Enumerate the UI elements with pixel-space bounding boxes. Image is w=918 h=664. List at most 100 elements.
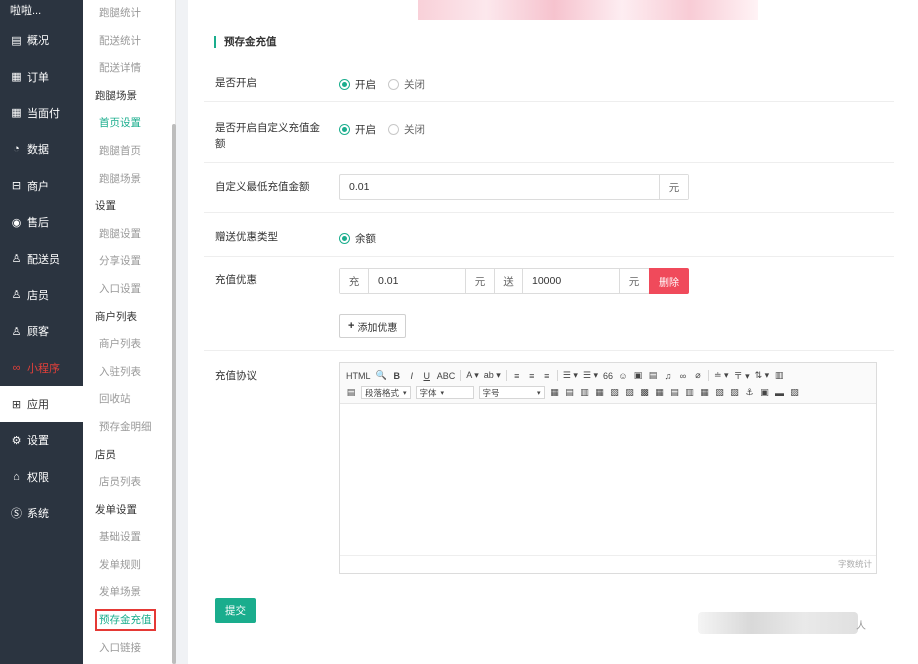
submenu-item[interactable]: 跑腿场景	[83, 166, 175, 194]
toolbar-button[interactable]: I	[407, 369, 417, 383]
toolbar-button[interactable]: ≐ ▾	[714, 369, 729, 383]
nav-item[interactable]: ▦ 当面付	[0, 95, 83, 131]
submenu-item[interactable]: 跑腿首页	[83, 138, 175, 166]
radio-checked-icon	[339, 79, 350, 90]
gift-type-balance-radio[interactable]: 余额	[339, 231, 376, 246]
toolbar-button[interactable]: B	[392, 369, 402, 383]
nav-item[interactable]: ⚙ 设置	[0, 422, 83, 458]
table-tool-button[interactable]: ▦	[595, 386, 605, 400]
chart-circle-icon: ◔	[13, 143, 20, 156]
paragraph-format-select[interactable]: 段落格式 ▾	[361, 386, 411, 399]
paragraph-icon[interactable]: ▤	[346, 386, 356, 400]
font-family-select[interactable]: 字体 ▾	[415, 386, 474, 399]
table-tool-button[interactable]: ▦	[655, 386, 665, 400]
promo-unit: 元	[465, 269, 494, 293]
nav-item[interactable]: ⊟ 商户	[0, 168, 83, 204]
toolbar-button[interactable]: U	[422, 369, 432, 383]
submenu-item[interactable]: 基础设置	[83, 524, 175, 552]
submenu-item[interactable]: 预存金充值	[83, 607, 175, 635]
font-size-select[interactable]: 字号 ▾	[478, 386, 545, 399]
submenu-item[interactable]: 配送统计	[83, 28, 175, 56]
table-tool-button[interactable]: ▦	[550, 386, 560, 400]
toolbar-button[interactable]: ≡	[542, 369, 552, 383]
enable-label: 是否开启	[215, 77, 257, 89]
toolbar-button[interactable]: ⇅ ▾	[755, 369, 770, 383]
table-tool-button[interactable]: ▥	[580, 386, 590, 400]
table-tool-button[interactable]: ▦	[700, 386, 710, 400]
custom-enable-off-radio[interactable]: 关闭	[388, 122, 425, 137]
toolbar-button[interactable]: HTML	[346, 369, 371, 383]
toolbar-button[interactable]: ABC	[437, 369, 456, 383]
submenu-item[interactable]: 发单规则	[83, 552, 175, 580]
enable-on-radio[interactable]: 开启	[339, 77, 376, 92]
submenu-item[interactable]: 发单场景	[83, 579, 175, 607]
table-tool-button[interactable]: ▣	[760, 386, 770, 400]
custom-enable-on-radio[interactable]: 开启	[339, 122, 376, 137]
delete-promo-button[interactable]: 删除	[649, 268, 689, 294]
promo-amount-input[interactable]	[369, 269, 465, 293]
divider	[204, 101, 894, 102]
toolbar-button[interactable]: A ▾	[466, 369, 479, 383]
nav-item[interactable]: Ⓢ 系统	[0, 495, 83, 531]
table-tool-button[interactable]: ⚓	[745, 386, 755, 400]
toolbar-button[interactable]: ☰ ▾	[583, 369, 598, 383]
sidebar-scrollbar[interactable]	[172, 124, 176, 664]
toolbar-button[interactable]: ▣	[633, 369, 643, 383]
nav-item[interactable]: ♙ 顾客	[0, 313, 83, 349]
submenu-item[interactable]: 跑腿统计	[83, 0, 175, 28]
table-tool-button[interactable]: ▨	[790, 386, 800, 400]
table-tool-button[interactable]: ▤	[670, 386, 680, 400]
nav-item[interactable]: ▦ 订单	[0, 58, 83, 94]
submenu-item[interactable]: 入口设置	[83, 276, 175, 304]
submit-button[interactable]: 提交	[215, 598, 256, 623]
toolbar-separator	[708, 370, 709, 381]
table-tool-button[interactable]: ▥	[685, 386, 695, 400]
nav-item[interactable]: ▤ 概况	[0, 22, 83, 58]
add-promo-button[interactable]: + 添加优惠	[339, 314, 407, 338]
toolbar-button[interactable]: ∞	[678, 369, 688, 383]
blurred-footer-watermark	[698, 612, 858, 634]
submenu-item[interactable]: 跑腿设置	[83, 221, 175, 249]
toolbar-button[interactable]: ≡	[512, 369, 522, 383]
table-tool-button[interactable]: ▬	[775, 386, 785, 400]
submenu-item[interactable]: 回收站	[83, 386, 175, 414]
editor-content-area[interactable]	[340, 404, 876, 556]
submenu-item[interactable]: 店员列表	[83, 469, 175, 497]
toolbar-button[interactable]: 〒 ▾	[734, 369, 750, 383]
nav-item[interactable]: ◉ 售后	[0, 204, 83, 240]
nav-item[interactable]: ♙ 店员	[0, 277, 83, 313]
toolbar-button[interactable]: ab ▾	[484, 369, 501, 383]
table-tool-button[interactable]: ▨	[625, 386, 635, 400]
submenu-item[interactable]: 入口链接	[83, 635, 175, 663]
toolbar-button[interactable]: 🔍	[376, 369, 387, 383]
nav-item[interactable]: ⊞ 应用	[0, 385, 83, 423]
submenu-item[interactable]: 首页设置	[83, 110, 175, 138]
table-tool-button[interactable]: ▨	[730, 386, 740, 400]
toolbar-button[interactable]: ♫	[663, 369, 673, 383]
nav-item[interactable]: ∞ 小程序	[0, 350, 83, 386]
nav-item[interactable]: ⌂ 权限	[0, 459, 83, 495]
toolbar-button[interactable]: 66	[603, 369, 613, 383]
toolbar-button[interactable]: ▥	[774, 369, 784, 383]
min-amount-input[interactable]	[340, 175, 660, 199]
submenu-item[interactable]: 分享设置	[83, 248, 175, 276]
toolbar-button[interactable]: ☰ ▾	[563, 369, 578, 383]
table-tool-button[interactable]: ▤	[565, 386, 575, 400]
promo-gift-input[interactable]	[523, 269, 619, 293]
submenu-item[interactable]: 预存金明细	[83, 414, 175, 442]
nav-item[interactable]: ♙ 配送员	[0, 240, 83, 276]
submenu-item[interactable]: 商户列表	[83, 331, 175, 359]
user-icon: ♙	[11, 325, 22, 338]
submenu-item[interactable]: 入驻列表	[83, 359, 175, 387]
nav-item[interactable]: ◔ 数据	[0, 131, 83, 167]
toolbar-button[interactable]: ⌀	[693, 369, 703, 383]
table-tool-button[interactable]: ▩	[640, 386, 650, 400]
enable-off-radio[interactable]: 关闭	[388, 77, 425, 92]
table-tool-button[interactable]: ▧	[715, 386, 725, 400]
toolbar-button[interactable]: ≡	[527, 369, 537, 383]
table-tool-button[interactable]: ▧	[610, 386, 620, 400]
toolbar-button[interactable]: ▤	[648, 369, 658, 383]
nav-item-label: 概况	[27, 35, 49, 48]
submenu-item[interactable]: 配送详情	[83, 55, 175, 83]
toolbar-button[interactable]: ☺	[618, 369, 628, 383]
